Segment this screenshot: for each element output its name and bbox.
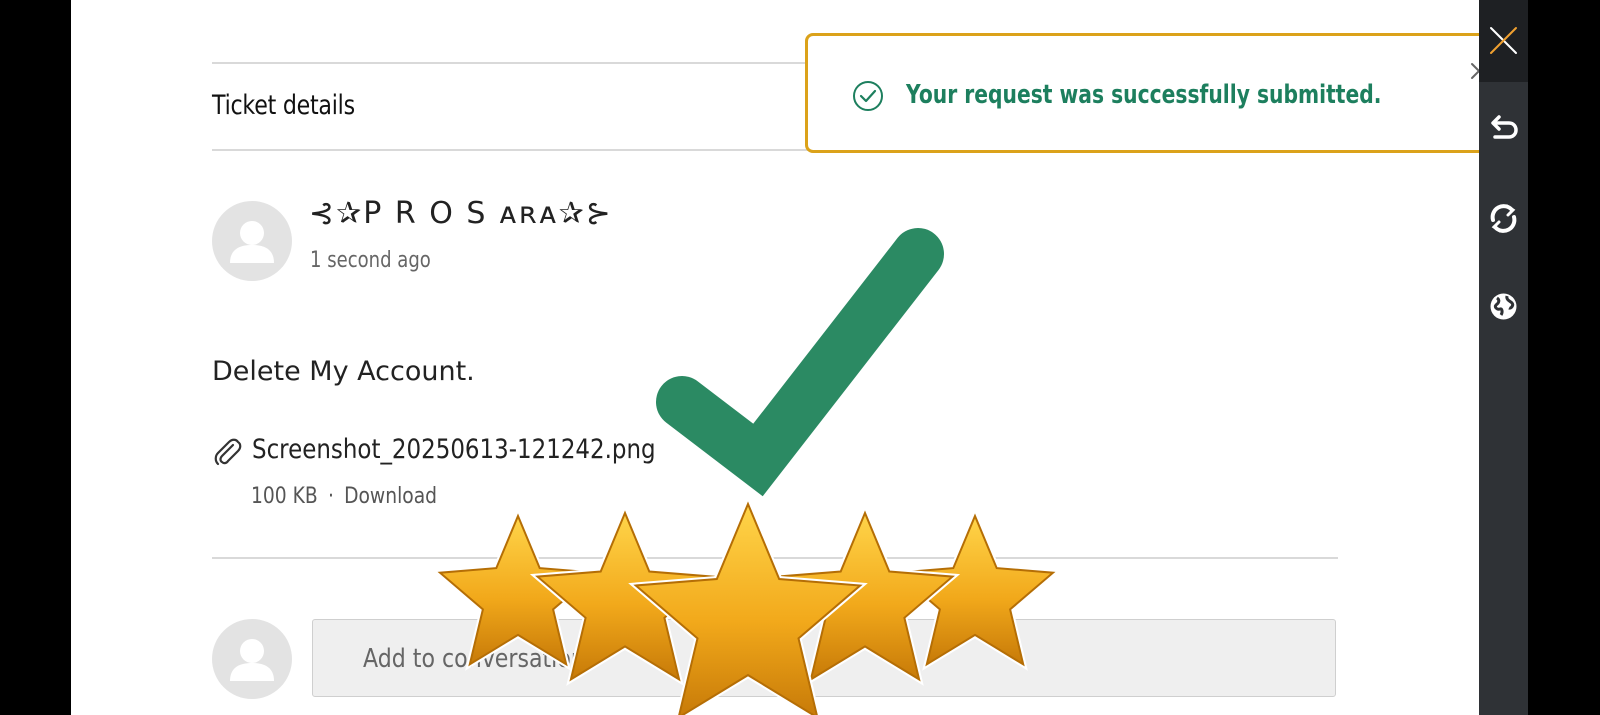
user-icon	[230, 639, 274, 681]
section-title: Ticket details	[212, 90, 355, 121]
toast-message: Your request was successfully submitted.	[906, 80, 1382, 110]
reply-avatar	[212, 619, 292, 699]
reply-input[interactable]: Add to conversation	[312, 619, 1336, 697]
attachment-meta: 100 KB · Download	[251, 484, 437, 509]
undo-icon	[1491, 115, 1518, 139]
author-name: ⊰✰P R O S ᴀʀᴀ✰⊱	[309, 196, 613, 231]
reply-divider	[212, 557, 1338, 559]
attachment-size: 100 KB	[251, 484, 318, 509]
user-icon	[230, 221, 274, 263]
meta-separator: ·	[327, 484, 334, 509]
download-link[interactable]: Download	[344, 484, 437, 509]
ticket-message: Delete My Account.	[212, 356, 475, 387]
timestamp: 1 second ago	[310, 248, 431, 273]
reply-placeholder: Add to conversation	[363, 644, 585, 674]
author-avatar	[212, 201, 292, 281]
ticket-page: Ticket details ⊰✰P R O S ᴀʀᴀ✰⊱ 1 second …	[71, 0, 1517, 715]
success-toast: Your request was successfully submitted.	[805, 33, 1517, 153]
attachment-file-name[interactable]: Screenshot_20250613-121242.png	[252, 434, 656, 465]
globe-icon	[1490, 293, 1517, 320]
sidebar-close-button[interactable]	[1485, 22, 1522, 59]
close-icon	[1490, 27, 1517, 54]
check-circle-icon	[853, 81, 883, 111]
sidebar-refresh-button[interactable]	[1485, 200, 1522, 237]
side-toolbar	[1479, 0, 1528, 715]
paperclip-icon	[214, 438, 242, 466]
sidebar-undo-button[interactable]	[1485, 110, 1522, 147]
refresh-icon	[1490, 204, 1517, 233]
sidebar-globe-button[interactable]	[1485, 288, 1522, 325]
